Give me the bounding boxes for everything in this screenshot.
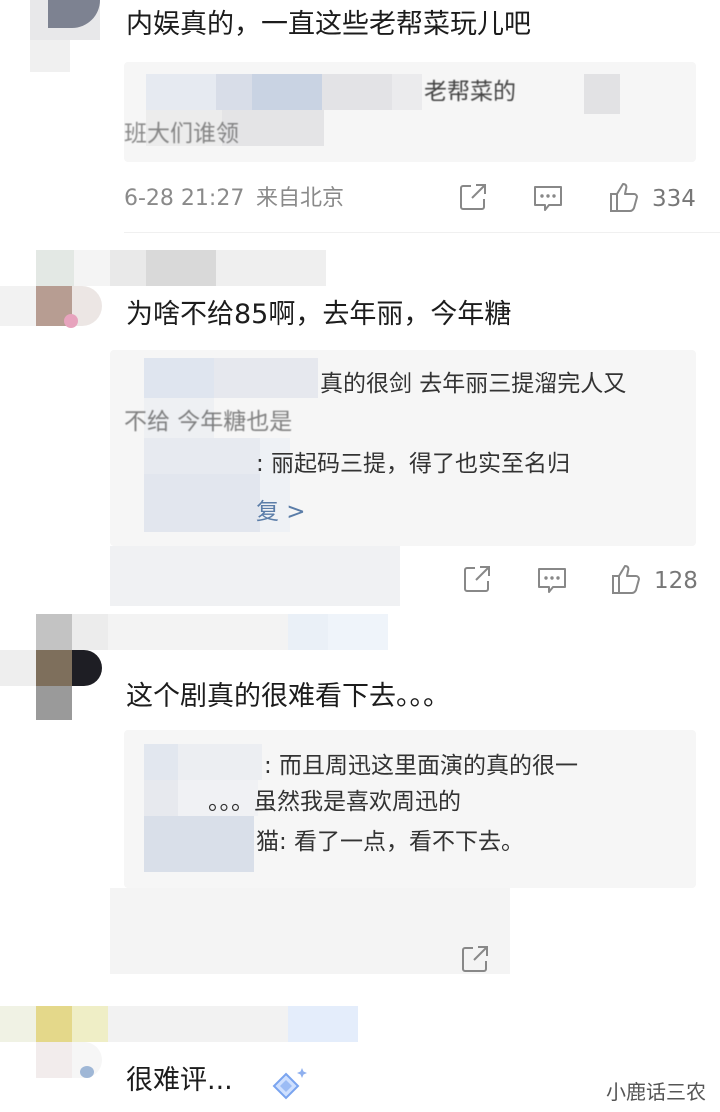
comment-text: 为啥不给85啊，去年丽，今年糖 [126, 299, 512, 330]
location: 来自北京 [256, 186, 345, 211]
avatar[interactable] [30, 0, 130, 72]
reply-line: 真的很剑 去年丽三提溜完人又 [320, 371, 627, 397]
divider [124, 232, 720, 233]
share-icon[interactable] [460, 944, 490, 974]
reply-line: 老帮菜的 [424, 79, 516, 105]
comment-icon[interactable] [536, 566, 568, 596]
reply-line: 班大们谁领 [124, 121, 239, 147]
share-icon[interactable] [458, 182, 488, 212]
comment-text: 很难评... [126, 1065, 233, 1096]
share-icon[interactable] [462, 564, 492, 594]
comment-text: 这个剧真的很难看下去。。。 [126, 681, 450, 712]
comment-text: 内娱真的，一直这些老帮菜玩儿吧 [126, 9, 531, 40]
reply-line: 。。。虽然我是喜欢周迅的 [208, 789, 461, 815]
sparkle-badge-icon [262, 1064, 310, 1108]
like-count: 128 [654, 568, 698, 594]
like-count: 334 [652, 186, 696, 212]
timestamp: 6-28 21:27 [124, 186, 245, 211]
comment-icon[interactable] [532, 184, 564, 214]
reply-box[interactable]: : 而且周迅这里面演的真的很一 。。。虽然我是喜欢周迅的 猫: 看了一点，看不下… [124, 730, 696, 888]
reply-line: 不给 今年糖也是 [124, 409, 293, 435]
reply-line: : 丽起码三提，得了也实至名归 [256, 451, 571, 477]
view-more-replies[interactable]: 复 > [256, 492, 306, 526]
thumbs-up-icon[interactable] [610, 562, 644, 596]
thumbs-up-icon[interactable] [608, 180, 642, 214]
flower-icon [80, 1066, 94, 1078]
reply-line: : 而且周迅这里面演的真的很一 [264, 753, 579, 779]
watermark: 小鹿话三农 [606, 1080, 706, 1104]
reply-line: 猫: 看了一点，看不下去。 [256, 829, 525, 855]
reply-box[interactable]: 老帮菜的 班大们谁领 [124, 62, 696, 162]
flower-icon [64, 314, 78, 328]
reply-box[interactable]: 真的很剑 去年丽三提溜完人又 不给 今年糖也是 : 丽起码三提，得了也实至名归 … [110, 350, 696, 546]
